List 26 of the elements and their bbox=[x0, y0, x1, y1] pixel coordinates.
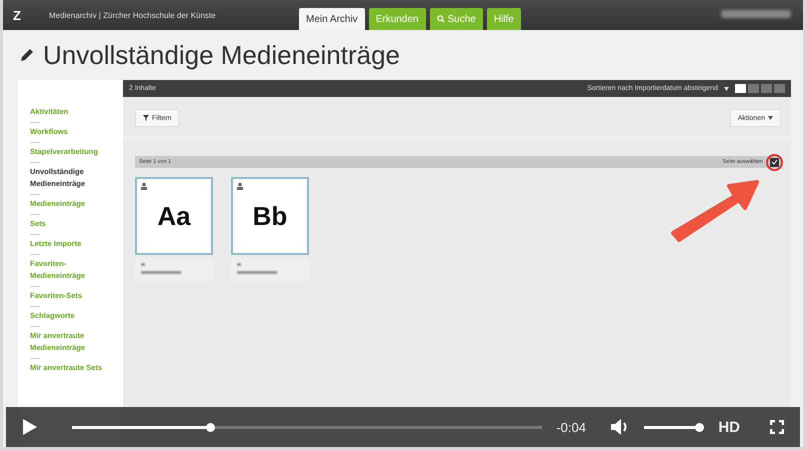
nav-tab[interactable]: Erkunden bbox=[368, 8, 426, 30]
media-card[interactable]: Bb bbox=[231, 177, 309, 255]
logo: Z bbox=[13, 8, 22, 22]
blurred-user-name bbox=[721, 10, 791, 18]
pencil-icon bbox=[19, 47, 35, 63]
caret-icon bbox=[768, 116, 773, 120]
nav-tab[interactable]: Suche bbox=[430, 8, 483, 30]
media-card[interactable]: Aa bbox=[135, 177, 213, 255]
fullscreen-icon[interactable] bbox=[770, 420, 784, 434]
checkbox-icon bbox=[769, 157, 780, 168]
nav-tab[interactable]: Hilfe bbox=[486, 8, 521, 30]
nav-tab[interactable]: Mein Archiv bbox=[299, 8, 365, 30]
person-icon bbox=[140, 182, 148, 190]
play-icon[interactable] bbox=[22, 418, 38, 436]
time-remaining: -0:04 bbox=[556, 420, 587, 434]
site-title: Medienarchiv | Zürcher Hochschule der Künste bbox=[49, 10, 217, 20]
page-title: Unvollständige Medieneinträge bbox=[43, 40, 400, 70]
caret-icon bbox=[724, 86, 729, 90]
progress-handle[interactable] bbox=[206, 422, 215, 432]
person-icon bbox=[236, 182, 244, 190]
thumbnail-text: Bb bbox=[252, 200, 288, 232]
volume-handle[interactable] bbox=[695, 422, 704, 432]
filter-icon bbox=[143, 115, 149, 121]
thumbnail-text: Aa bbox=[157, 200, 191, 232]
search-icon bbox=[436, 15, 444, 23]
quality-button[interactable]: HD bbox=[718, 418, 740, 436]
